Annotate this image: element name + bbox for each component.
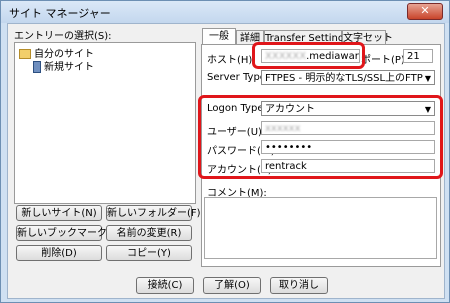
server-type-label: Server Type: [207,72,270,83]
server-type-select[interactable]: FTPES - 明示的なTLS/SSL上のFTP ▼ [261,70,435,85]
site-tree[interactable]: 自分のサイト 新規サイト [14,42,196,204]
dialog-body: エントリーの選択(S): 自分のサイト 新規サイト 新しいサイト(N) 新しいフ… [7,23,445,299]
host-highlight [252,42,365,69]
host-label: ホスト(H): [207,55,256,66]
copy-button[interactable]: コピー(Y) [106,245,192,261]
cancel-button[interactable]: 取り消し [270,277,328,294]
title-bar[interactable]: サイト マネージャー ✕ [1,1,449,23]
server-type-value: FTPES - 明示的なTLS/SSL上のFTP [265,73,423,84]
tree-item-label: 新規サイト [44,62,94,73]
port-input[interactable]: 21 [403,49,433,63]
site-manager-window: サイト マネージャー ✕ エントリーの選択(S): 自分のサイト 新規サイト 新… [0,0,450,303]
close-button[interactable]: ✕ [407,3,443,20]
chevron-down-icon: ▼ [424,74,431,83]
logon-highlight [198,95,443,179]
window-title: サイト マネージャー [9,7,111,20]
site-icon [33,61,41,73]
delete-button[interactable]: 削除(D) [16,245,102,261]
connect-button[interactable]: 接続(C) [136,277,194,294]
ok-button[interactable]: 了解(O) [203,277,261,294]
new-site-button[interactable]: 新しいサイト(N) [16,205,102,221]
new-folder-button[interactable]: 新しいフォルダー(F) [106,205,201,221]
tree-label: エントリーの選択(S): [14,31,112,42]
comment-textarea[interactable] [204,197,437,259]
rename-button[interactable]: 名前の変更(R) [106,225,192,241]
folder-icon [19,49,31,59]
tab-general[interactable]: 一般 [202,28,236,45]
new-bookmark-button[interactable]: 新しいブックマーク(M) [16,225,123,241]
tree-item-new-site[interactable]: 新規サイト [33,58,94,73]
port-label: ポート(P): [361,55,409,66]
